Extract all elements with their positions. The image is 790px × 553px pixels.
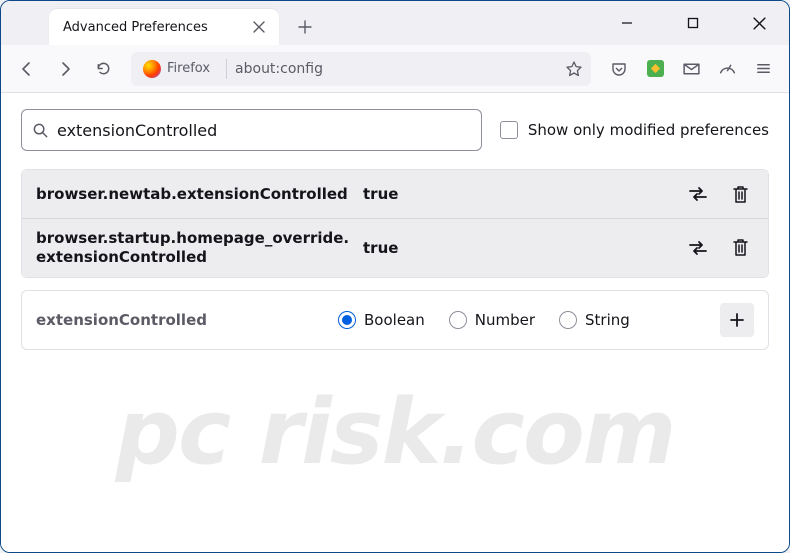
dashboard-icon[interactable] (711, 53, 743, 85)
tab-title: Advanced Preferences (59, 20, 249, 35)
minimize-icon[interactable] (605, 7, 649, 39)
checkbox-icon (500, 121, 518, 139)
add-button[interactable] (720, 303, 754, 337)
config-search-input[interactable] (57, 121, 471, 140)
pref-actions (684, 234, 754, 262)
extension-icon[interactable] (639, 53, 671, 85)
tab-strip: Advanced Preferences (1, 1, 321, 45)
radio-label: Number (475, 311, 535, 329)
toggle-icon[interactable] (684, 234, 712, 262)
radio-icon (559, 311, 577, 329)
firefox-logo-icon (143, 60, 161, 78)
url-text: about:config (235, 61, 559, 77)
pocket-icon[interactable] (603, 53, 635, 85)
forward-button[interactable] (49, 53, 81, 85)
radio-label: Boolean (364, 311, 425, 329)
radio-label: String (585, 311, 630, 329)
pref-value: true (363, 239, 672, 257)
add-pref-row: extensionControlled Boolean Number Strin… (21, 290, 769, 350)
config-search-row: Show only modified preferences (21, 109, 769, 151)
delete-icon[interactable] (726, 180, 754, 208)
maximize-icon[interactable] (671, 7, 715, 39)
reload-button[interactable] (87, 53, 119, 85)
radio-boolean[interactable]: Boolean (338, 311, 425, 329)
delete-icon[interactable] (726, 234, 754, 262)
pref-row[interactable]: browser.newtab.extensionControlled true (22, 170, 768, 218)
site-identity[interactable]: Firefox (139, 57, 218, 81)
mail-icon[interactable] (675, 53, 707, 85)
back-button[interactable] (11, 53, 43, 85)
close-window-icon[interactable] (737, 7, 781, 39)
add-pref-name: extensionControlled (36, 311, 326, 329)
about-config-content: Show only modified preferences browser.n… (1, 93, 789, 552)
tab-active[interactable]: Advanced Preferences (49, 9, 279, 45)
toggle-icon[interactable] (684, 180, 712, 208)
bookmark-star-icon[interactable] (565, 60, 583, 78)
pref-actions (684, 180, 754, 208)
toolbar-icons (603, 53, 779, 85)
search-icon (32, 122, 49, 139)
radio-icon (338, 311, 356, 329)
radio-string[interactable]: String (559, 311, 630, 329)
pref-name: browser.newtab.extensionControlled (36, 185, 351, 204)
new-tab-button[interactable] (289, 11, 321, 43)
titlebar: Advanced Preferences (1, 1, 789, 45)
nav-toolbar: Firefox about:config (1, 45, 789, 93)
pref-name: browser.startup.homepage_override.extens… (36, 229, 351, 267)
type-radio-group: Boolean Number String (338, 311, 708, 329)
config-search-box[interactable] (21, 109, 482, 151)
close-tab-icon[interactable] (249, 17, 269, 37)
menu-icon[interactable] (747, 53, 779, 85)
browser-window: Advanced Preferences (0, 0, 790, 553)
radio-icon (449, 311, 467, 329)
pref-list: browser.newtab.extensionControlled true … (21, 169, 769, 278)
identity-label: Firefox (167, 61, 210, 76)
radio-number[interactable]: Number (449, 311, 535, 329)
pref-row[interactable]: browser.startup.homepage_override.extens… (22, 218, 768, 277)
pref-value: true (363, 185, 672, 203)
show-modified-label: Show only modified preferences (528, 121, 769, 139)
show-modified-checkbox[interactable]: Show only modified preferences (500, 121, 769, 139)
divider (226, 59, 227, 79)
url-bar[interactable]: Firefox about:config (131, 52, 591, 86)
window-controls (605, 1, 781, 45)
